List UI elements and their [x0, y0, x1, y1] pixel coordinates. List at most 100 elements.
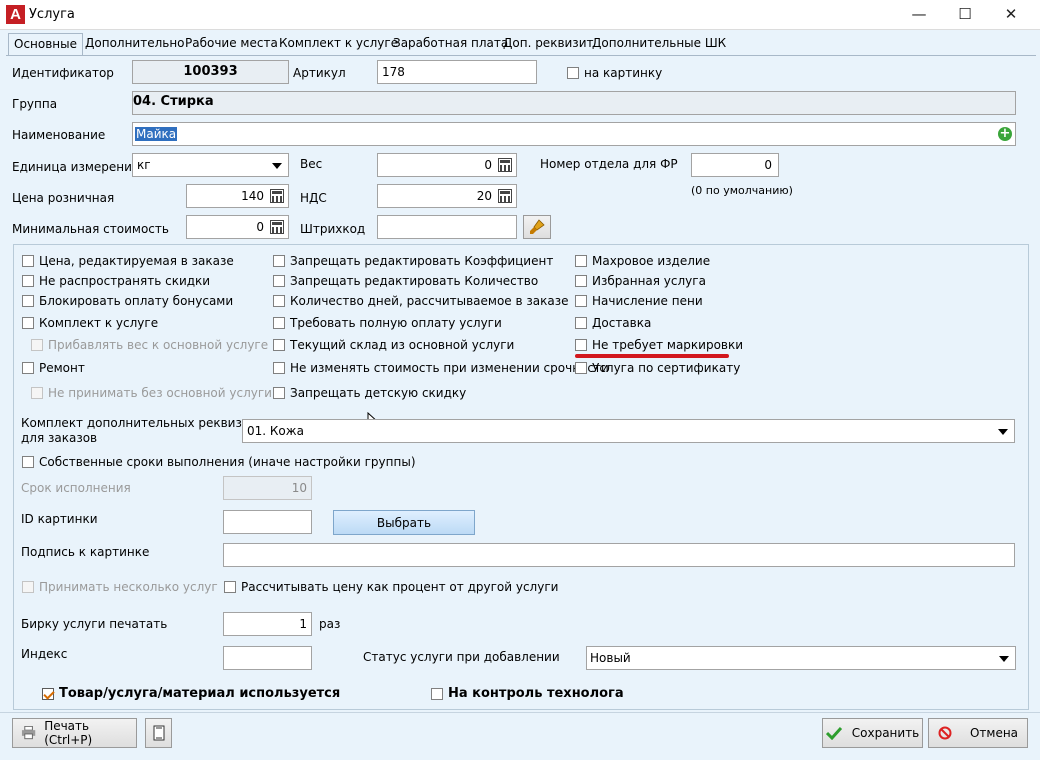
checkbox-box[interactable]: [22, 255, 34, 267]
chevron-down-icon[interactable]: [999, 656, 1009, 662]
tab-salary[interactable]: Заработная плата: [393, 33, 508, 55]
barcode-input[interactable]: [377, 215, 517, 239]
checkbox-box[interactable]: [575, 255, 587, 267]
checkbox-checked[interactable]: [42, 687, 54, 700]
vat-input[interactable]: 20: [377, 184, 517, 208]
tab-main[interactable]: Основные: [8, 33, 84, 56]
tab-extra-barcodes[interactable]: Дополнительные ШК: [592, 33, 726, 55]
name-input[interactable]: Майка +: [132, 122, 1016, 146]
term-value: 10: [291, 481, 307, 495]
cb-penalty[interactable]: Начисление пени: [575, 294, 703, 308]
checkbox-box[interactable]: [575, 317, 587, 329]
on-picture-checkbox[interactable]: на картинку: [567, 66, 662, 80]
maximize-button[interactable]: ☐: [942, 0, 988, 30]
checkbox-box[interactable]: [22, 317, 34, 329]
checkbox-box[interactable]: [273, 362, 285, 374]
tag-print-input[interactable]: 1: [223, 612, 312, 636]
save-button[interactable]: Сохранить: [822, 718, 923, 748]
checkbox-box[interactable]: [22, 456, 34, 468]
cb-own-terms[interactable]: Собственные сроки выполнения (иначе наст…: [22, 455, 416, 469]
calculator-icon[interactable]: [498, 189, 512, 203]
checkbox-box[interactable]: [273, 275, 285, 287]
print-button[interactable]: Печать (Ctrl+P): [12, 718, 137, 748]
cb-block-bonus[interactable]: Блокировать оплату бонусами: [22, 294, 233, 308]
chevron-down-icon[interactable]: [272, 163, 282, 169]
checkbox-box[interactable]: [575, 295, 587, 307]
checkbox-box[interactable]: [567, 67, 579, 79]
status-value: Новый: [590, 651, 631, 665]
chevron-down-icon[interactable]: [998, 429, 1008, 435]
article-input[interactable]: 178: [377, 60, 537, 84]
price-input[interactable]: 140: [186, 184, 289, 208]
cb-label: Запрещать детскую скидку: [290, 386, 467, 400]
name-value: Майка: [135, 127, 178, 141]
cb-days-in-order[interactable]: Количество дней, рассчитываемое в заказе: [273, 294, 568, 308]
checkbox-box[interactable]: [273, 339, 285, 351]
cb-certificate[interactable]: Услуга по сертификату: [575, 361, 740, 375]
checkbox-box[interactable]: [273, 387, 285, 399]
checkbox-box[interactable]: [575, 362, 587, 374]
article-label: Артикул: [293, 66, 346, 80]
id-value: 100393: [183, 64, 238, 79]
cb-label: Комплект к услуге: [39, 316, 159, 330]
checkbox-box[interactable]: [273, 255, 285, 267]
term-label: Срок исполнения: [21, 481, 131, 495]
cb-repair[interactable]: Ремонт: [22, 361, 85, 375]
checkbox-box[interactable]: [22, 275, 34, 287]
calculator-icon[interactable]: [498, 158, 512, 172]
checkbox-box[interactable]: [224, 581, 236, 593]
picture-id-input[interactable]: [223, 510, 312, 534]
weight-input[interactable]: 0: [377, 153, 517, 177]
document-icon: [153, 725, 164, 741]
checkbox-box[interactable]: [431, 687, 443, 700]
minimize-button[interactable]: —: [896, 0, 942, 30]
checkbox-box[interactable]: [22, 295, 34, 307]
tag-print-label: Бирку услуги печатать: [21, 617, 168, 631]
choose-button[interactable]: Выбрать: [333, 510, 475, 535]
cb-label: Собственные сроки выполнения (иначе наст…: [39, 455, 416, 469]
tab-additional[interactable]: Дополнительно: [85, 33, 185, 55]
cb-favorite[interactable]: Избранная услуга: [575, 274, 706, 288]
add-green-icon[interactable]: +: [998, 127, 1012, 141]
calculator-icon[interactable]: [270, 220, 284, 234]
checkbox-box[interactable]: [22, 362, 34, 374]
cb-no-discounts[interactable]: Не распространять скидки: [22, 274, 210, 288]
print-preview-button[interactable]: [145, 718, 172, 748]
checkbox-box[interactable]: [273, 317, 285, 329]
cb-forbid-coef[interactable]: Запрещать редактировать Коэффициент: [273, 254, 553, 268]
cb-technologist-control[interactable]: На контроль технолога: [431, 686, 624, 701]
dept-input[interactable]: 0: [691, 153, 779, 177]
tab-workplaces[interactable]: Рабочие места: [185, 33, 278, 55]
checkbox-box[interactable]: [575, 339, 587, 351]
tab-service-kit[interactable]: Комплект к услуге: [279, 33, 398, 55]
caption-input[interactable]: [223, 543, 1015, 567]
cb-forbid-qty[interactable]: Запрещать редактировать Количество: [273, 274, 538, 288]
checkbox-box[interactable]: [575, 275, 587, 287]
close-button[interactable]: ✕: [988, 0, 1034, 30]
status-select[interactable]: Новый: [586, 646, 1016, 670]
cb-price-percent[interactable]: Рассчитывать цену как процент от другой …: [224, 580, 558, 594]
min-cost-input[interactable]: 0: [186, 215, 289, 239]
cb-terry[interactable]: Махровое изделие: [575, 254, 710, 268]
calculator-icon[interactable]: [270, 189, 284, 203]
cb-full-payment[interactable]: Требовать полную оплату услуги: [273, 316, 502, 330]
barcode-label: Штрихкод: [300, 222, 366, 236]
cb-editable-price[interactable]: Цена, редактируемая в заказе: [22, 254, 234, 268]
cb-current-warehouse[interactable]: Текущий склад из основной услуги: [273, 338, 514, 352]
red-underline-annotation: [575, 354, 729, 358]
id-field: 100393: [132, 60, 289, 84]
cb-service-kit[interactable]: Комплект к услуге: [22, 316, 158, 330]
checkbox-box[interactable]: [273, 295, 285, 307]
barcode-generate-button[interactable]: [523, 215, 551, 239]
cb-delivery[interactable]: Доставка: [575, 316, 651, 330]
checkbox-box: [31, 387, 43, 399]
tab-extra-attribute[interactable]: Доп. реквизит: [503, 33, 593, 55]
kit-select[interactable]: 01. Кожа: [242, 419, 1015, 443]
cb-keep-cost[interactable]: Не изменять стоимость при изменении сроч…: [273, 361, 609, 375]
cb-item-used[interactable]: Товар/услуга/материал используется: [42, 686, 340, 701]
cancel-button[interactable]: Отмена: [928, 718, 1028, 748]
cb-no-marking[interactable]: Не требует маркировки: [575, 338, 743, 352]
unit-select[interactable]: кг: [132, 153, 289, 177]
cb-forbid-child-discount[interactable]: Запрещать детскую скидку: [273, 386, 466, 400]
index-input[interactable]: [223, 646, 312, 670]
